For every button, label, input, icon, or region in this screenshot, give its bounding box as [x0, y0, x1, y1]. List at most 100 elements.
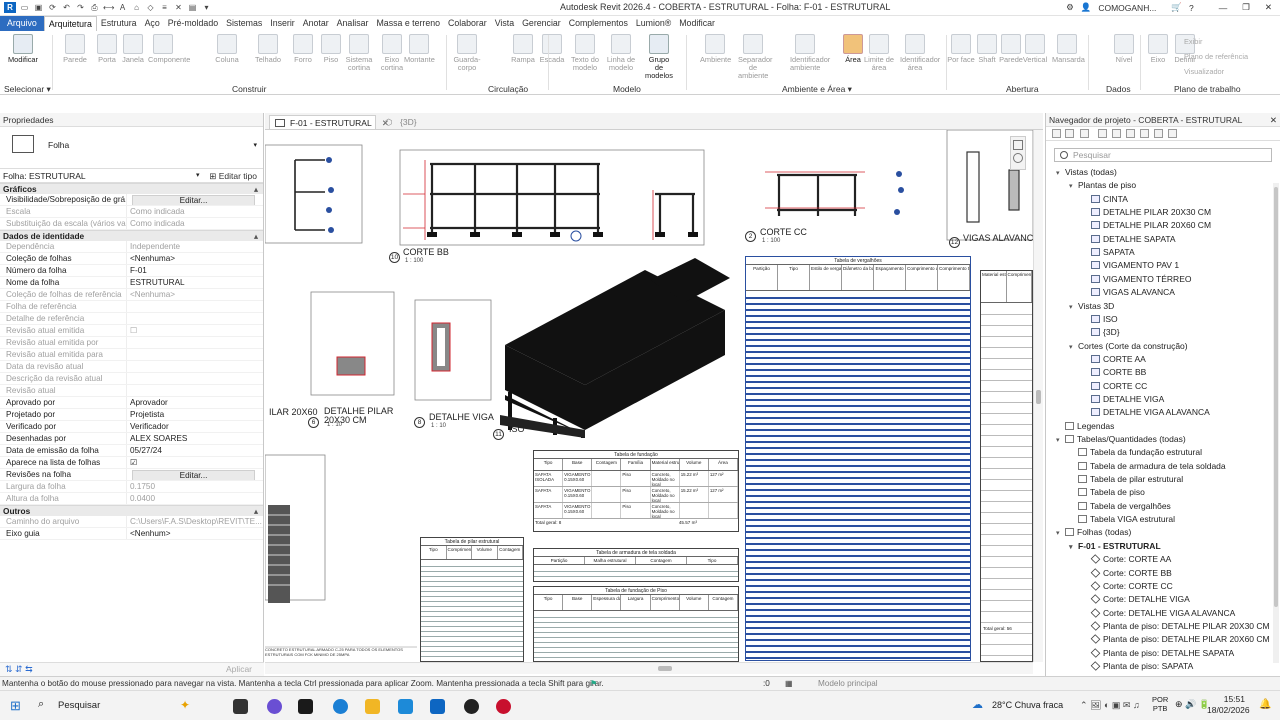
browser-tree-item[interactable]: Tabela de armadura de tela soldada — [1069, 460, 1226, 473]
ribbon-button-6[interactable]: Telhado — [253, 34, 283, 64]
chevron-down-icon[interactable]: ▾ — [1069, 301, 1078, 314]
scrollbar-thumb[interactable] — [1274, 187, 1278, 607]
schedule-vergalhoes[interactable]: Tabela de vergalhões Partição Tipo Estilo … — [745, 256, 971, 661]
ribbon-button-27[interactable]: Vertical — [1020, 34, 1050, 64]
ribbon-button-4[interactable]: Componente — [148, 34, 190, 64]
property-value[interactable]: Projetista — [130, 409, 263, 420]
browser-tree-item[interactable]: ▾ Plantas de piso — [1069, 179, 1136, 192]
chevron-down-icon[interactable]: ▾ — [1069, 541, 1078, 554]
schedule-fundacao[interactable]: Tabela de fundação Tipo Base Contagem Famíl… — [533, 450, 739, 532]
browser-tree-item[interactable]: CORTE AA — [1082, 353, 1146, 366]
ribbon-button-3[interactable]: Janela — [118, 34, 148, 64]
type-selector[interactable]: Folha ▾ — [0, 127, 263, 169]
browser-tree-item[interactable]: Corte: CORTE AA — [1082, 553, 1171, 566]
ribbon-group-label[interactable]: Plano de trabalho — [1174, 84, 1241, 94]
browser-tree-item[interactable]: Tabela da fundação estrutural — [1069, 446, 1202, 459]
tray-status-icons[interactable]: ⊕ 🔊 🔋 — [1175, 699, 1210, 710]
ribbon-group-label[interactable]: Modelo — [613, 84, 641, 94]
ribbon-button-11[interactable]: Montante — [404, 34, 435, 64]
browser-tree-item[interactable]: DETALHE VIGA ALAVANCA — [1082, 406, 1210, 419]
search-icon[interactable]: ⌕ — [38, 698, 44, 711]
browser-tree-item[interactable]: Tabela VIGA estrutural — [1069, 513, 1175, 526]
view-title-partial[interactable]: ILAR 20X60 — [269, 407, 318, 417]
tab-3d[interactable]: ⬡ {3D} — [380, 115, 417, 129]
section-icon[interactable]: ◇ — [145, 2, 156, 13]
close-icon[interactable]: ✕ — [1270, 113, 1277, 127]
property-row[interactable]: Eixo guia <Nenhum> — [0, 528, 263, 540]
chevron-down-icon[interactable]: ▾ — [253, 141, 257, 149]
browser-tree-item[interactable]: DETALHE PILAR 20X30 CM — [1082, 206, 1211, 219]
taskview-icon[interactable] — [233, 699, 248, 714]
filter-icon[interactable] — [1052, 129, 1061, 138]
user-icon[interactable]: 👤 — [1081, 2, 1092, 13]
ribbon-button-5[interactable]: Coluna — [212, 34, 242, 64]
property-value[interactable]: Aprovador — [130, 397, 263, 408]
ribbon-button-19[interactable]: Separador de ambiente — [738, 34, 773, 80]
sync-icon[interactable]: ⟳ — [47, 2, 58, 13]
property-value[interactable]: ESTRUTURAL — [130, 277, 263, 288]
ribbon-button-18[interactable]: Ambiente — [700, 34, 731, 64]
schedule-armadura[interactable]: Tabela de armadura de tela soldada Parti… — [533, 548, 739, 582]
browser-tree-item[interactable]: DETALHE PILAR 20X60 CM — [1082, 219, 1211, 232]
ribbon-button-13[interactable]: Rampa — [508, 34, 538, 64]
horizontal-scrollbar[interactable] — [265, 662, 1033, 674]
ribbon-button-28[interactable]: Mansarda — [1052, 34, 1085, 64]
browser-org-icon[interactable] — [1098, 129, 1107, 138]
schedule-icon[interactable] — [1126, 129, 1135, 138]
model-selector[interactable]: Modelo principal — [818, 677, 878, 690]
tab-1[interactable]: Arquitetura — [43, 15, 97, 32]
explorer-icon[interactable] — [365, 699, 380, 714]
property-value[interactable]: Como indicada — [130, 206, 263, 217]
property-section[interactable]: Dados de identidade — [0, 230, 263, 242]
properties-help-icon[interactable]: ⇅ ⇵ ⇆ — [5, 664, 33, 675]
ribbon-button-22[interactable]: Limite de área — [864, 34, 894, 72]
revit-taskbar-icon[interactable] — [430, 699, 445, 714]
browser-tree-item[interactable]: Corte: DETALHE VIGA — [1082, 593, 1190, 606]
schedule-pilar[interactable]: Tabela de pilar estrutural Tipo Comprimen… — [420, 537, 524, 662]
scrollbar-thumb[interactable] — [658, 666, 672, 671]
browser-tree-item[interactable]: ▾ F-01 - ESTRUTURAL — [1069, 540, 1161, 553]
browser-tree-item[interactable]: VIGAMENTO PAV 1 — [1082, 259, 1179, 272]
zoom-icon[interactable] — [1013, 153, 1023, 163]
property-row[interactable]: Revisão atual emitida ☐ — [0, 325, 263, 337]
customize-qat-icon[interactable]: ▾ — [201, 2, 212, 13]
lumion-icon[interactable] — [496, 699, 511, 714]
measure-icon[interactable]: ⟷ — [103, 2, 114, 13]
property-row[interactable]: Verificado por Verificador — [0, 421, 263, 433]
revit-logo-icon[interactable]: R — [4, 2, 16, 13]
property-row[interactable]: Largura da folha 0.1750 — [0, 481, 263, 493]
tab-13[interactable]: Complementos — [565, 16, 632, 31]
scrollbar-thumb[interactable] — [1036, 390, 1041, 404]
terminal-icon[interactable] — [298, 699, 313, 714]
property-value[interactable]: 05/27/24 — [130, 445, 263, 456]
close-icon[interactable]: ✕ — [1265, 2, 1272, 13]
ribbon-group-label[interactable]: Circulação — [488, 84, 528, 94]
property-value[interactable]: <Nenhuma> — [130, 253, 263, 264]
redo-icon[interactable]: ↷ — [75, 2, 86, 13]
link-icon[interactable] — [1168, 129, 1177, 138]
ribbon-button-0[interactable]: Modificar — [8, 34, 38, 64]
browser-tree-item[interactable]: Tabela de piso — [1069, 486, 1145, 499]
chevron-down-icon[interactable]: ▾ — [1056, 434, 1065, 447]
cart-icon[interactable]: 🛒 — [1171, 2, 1182, 13]
browser-tree-item[interactable]: Planta de piso: SAPATA — [1082, 660, 1193, 673]
print-icon[interactable]: ⎙ — [89, 2, 100, 13]
browser-tree-item[interactable]: CINTA — [1082, 193, 1128, 206]
property-section[interactable]: Gráficos — [0, 183, 263, 195]
browser-tree-item[interactable]: Planta de piso: DETALHE PILAR 20X60 CM — [1082, 633, 1270, 646]
property-row[interactable]: Visibilidade/Sobreposição de grá... Edita… — [0, 194, 263, 206]
property-row[interactable]: Desenhadas por ALEX SOARES — [0, 433, 263, 445]
ribbon-group-label[interactable]: Dados — [1106, 84, 1131, 94]
grid-icon[interactable]: ▦ — [785, 677, 793, 690]
property-row[interactable]: Revisões na folha Editar... — [0, 469, 263, 481]
browser-tree-item[interactable]: ▾ Cortes (Corte da construção) — [1069, 340, 1188, 353]
ribbon-button-7[interactable]: Forro — [288, 34, 318, 64]
user-name[interactable]: COMOGANH... — [1098, 3, 1156, 13]
property-row[interactable]: Escala Como indicada — [0, 206, 263, 218]
ribbon-button-8[interactable]: Piso — [316, 34, 346, 64]
browser-search-input[interactable]: Pesquisar — [1054, 148, 1272, 162]
property-value[interactable]: Verificador — [130, 421, 263, 432]
tab-3[interactable]: Aço — [141, 16, 164, 31]
schedule-right[interactable]: Material estruturalComprimento Total ger… — [980, 270, 1033, 662]
tab-9[interactable]: Massa e terreno — [372, 16, 444, 31]
